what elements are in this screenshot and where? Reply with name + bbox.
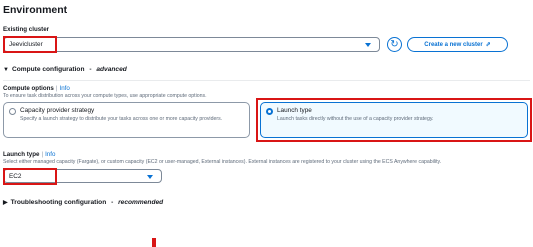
launch-type-radio[interactable] bbox=[266, 108, 273, 115]
compute-options-info-link[interactable]: Info bbox=[59, 85, 69, 92]
caret-right-icon: ▶ bbox=[3, 200, 8, 206]
troubleshooting-dash: - bbox=[109, 199, 116, 206]
compute-configuration-toggle[interactable]: ▼ Compute configuration - advanced bbox=[3, 66, 127, 73]
launch-type-value: EC2 bbox=[9, 172, 22, 180]
capacity-provider-radio[interactable] bbox=[9, 108, 16, 115]
launch-type-select[interactable]: EC2 bbox=[3, 169, 162, 183]
troubleshooting-configuration-toggle[interactable]: ▶ Troubleshooting configuration - recomm… bbox=[3, 199, 163, 206]
compute-options-description: To ensure task distribution across your … bbox=[3, 93, 207, 99]
compute-options-label: Compute options | Info bbox=[3, 85, 70, 92]
launch-type-tile[interactable]: Launch type Launch tasks directly withou… bbox=[260, 102, 528, 138]
caret-down-icon: ▼ bbox=[3, 66, 9, 73]
compute-configuration-title: Compute configuration bbox=[11, 66, 85, 73]
compute-options-label-text: Compute options bbox=[3, 85, 54, 92]
chevron-down-icon bbox=[147, 175, 153, 179]
troubleshooting-mode: recommended bbox=[118, 199, 164, 206]
launch-type-label-text: Launch type bbox=[3, 151, 40, 158]
chevron-down-icon bbox=[365, 43, 371, 47]
create-cluster-label: Create a new cluster bbox=[424, 41, 483, 48]
existing-cluster-select[interactable]: Jeevicluster bbox=[3, 37, 380, 52]
compute-configuration-mode: advanced bbox=[96, 66, 127, 73]
compute-configuration-dash: - bbox=[87, 66, 94, 73]
capacity-provider-description: Specify a launch strategy to distribute … bbox=[20, 116, 223, 122]
refresh-icon: ↻ bbox=[390, 38, 399, 50]
divider bbox=[3, 80, 530, 81]
existing-cluster-label: Existing cluster bbox=[3, 26, 50, 33]
launch-type-description: Select either managed capacity (Fargate)… bbox=[3, 159, 442, 165]
highlight-marker bbox=[152, 238, 156, 247]
environment-heading: Environment bbox=[3, 4, 68, 16]
launch-type-label: Launch type | Info bbox=[3, 151, 55, 158]
launch-type-tile-title: Launch type bbox=[277, 107, 312, 114]
capacity-provider-title: Capacity provider strategy bbox=[20, 107, 95, 114]
existing-cluster-value: Jeevicluster bbox=[9, 41, 43, 48]
launch-type-tile-description: Launch tasks directly without the use of… bbox=[277, 116, 434, 122]
external-link-icon: ⇗ bbox=[485, 42, 491, 48]
create-cluster-button[interactable]: Create a new cluster ⇗ bbox=[407, 37, 508, 52]
refresh-button[interactable]: ↻ bbox=[387, 37, 402, 52]
capacity-provider-strategy-tile[interactable]: Capacity provider strategy Specify a lau… bbox=[3, 102, 250, 138]
troubleshooting-title: Troubleshooting configuration bbox=[10, 199, 107, 206]
separator: | bbox=[41, 151, 44, 158]
separator: | bbox=[55, 85, 58, 92]
launch-type-info-link[interactable]: Info bbox=[45, 151, 55, 158]
